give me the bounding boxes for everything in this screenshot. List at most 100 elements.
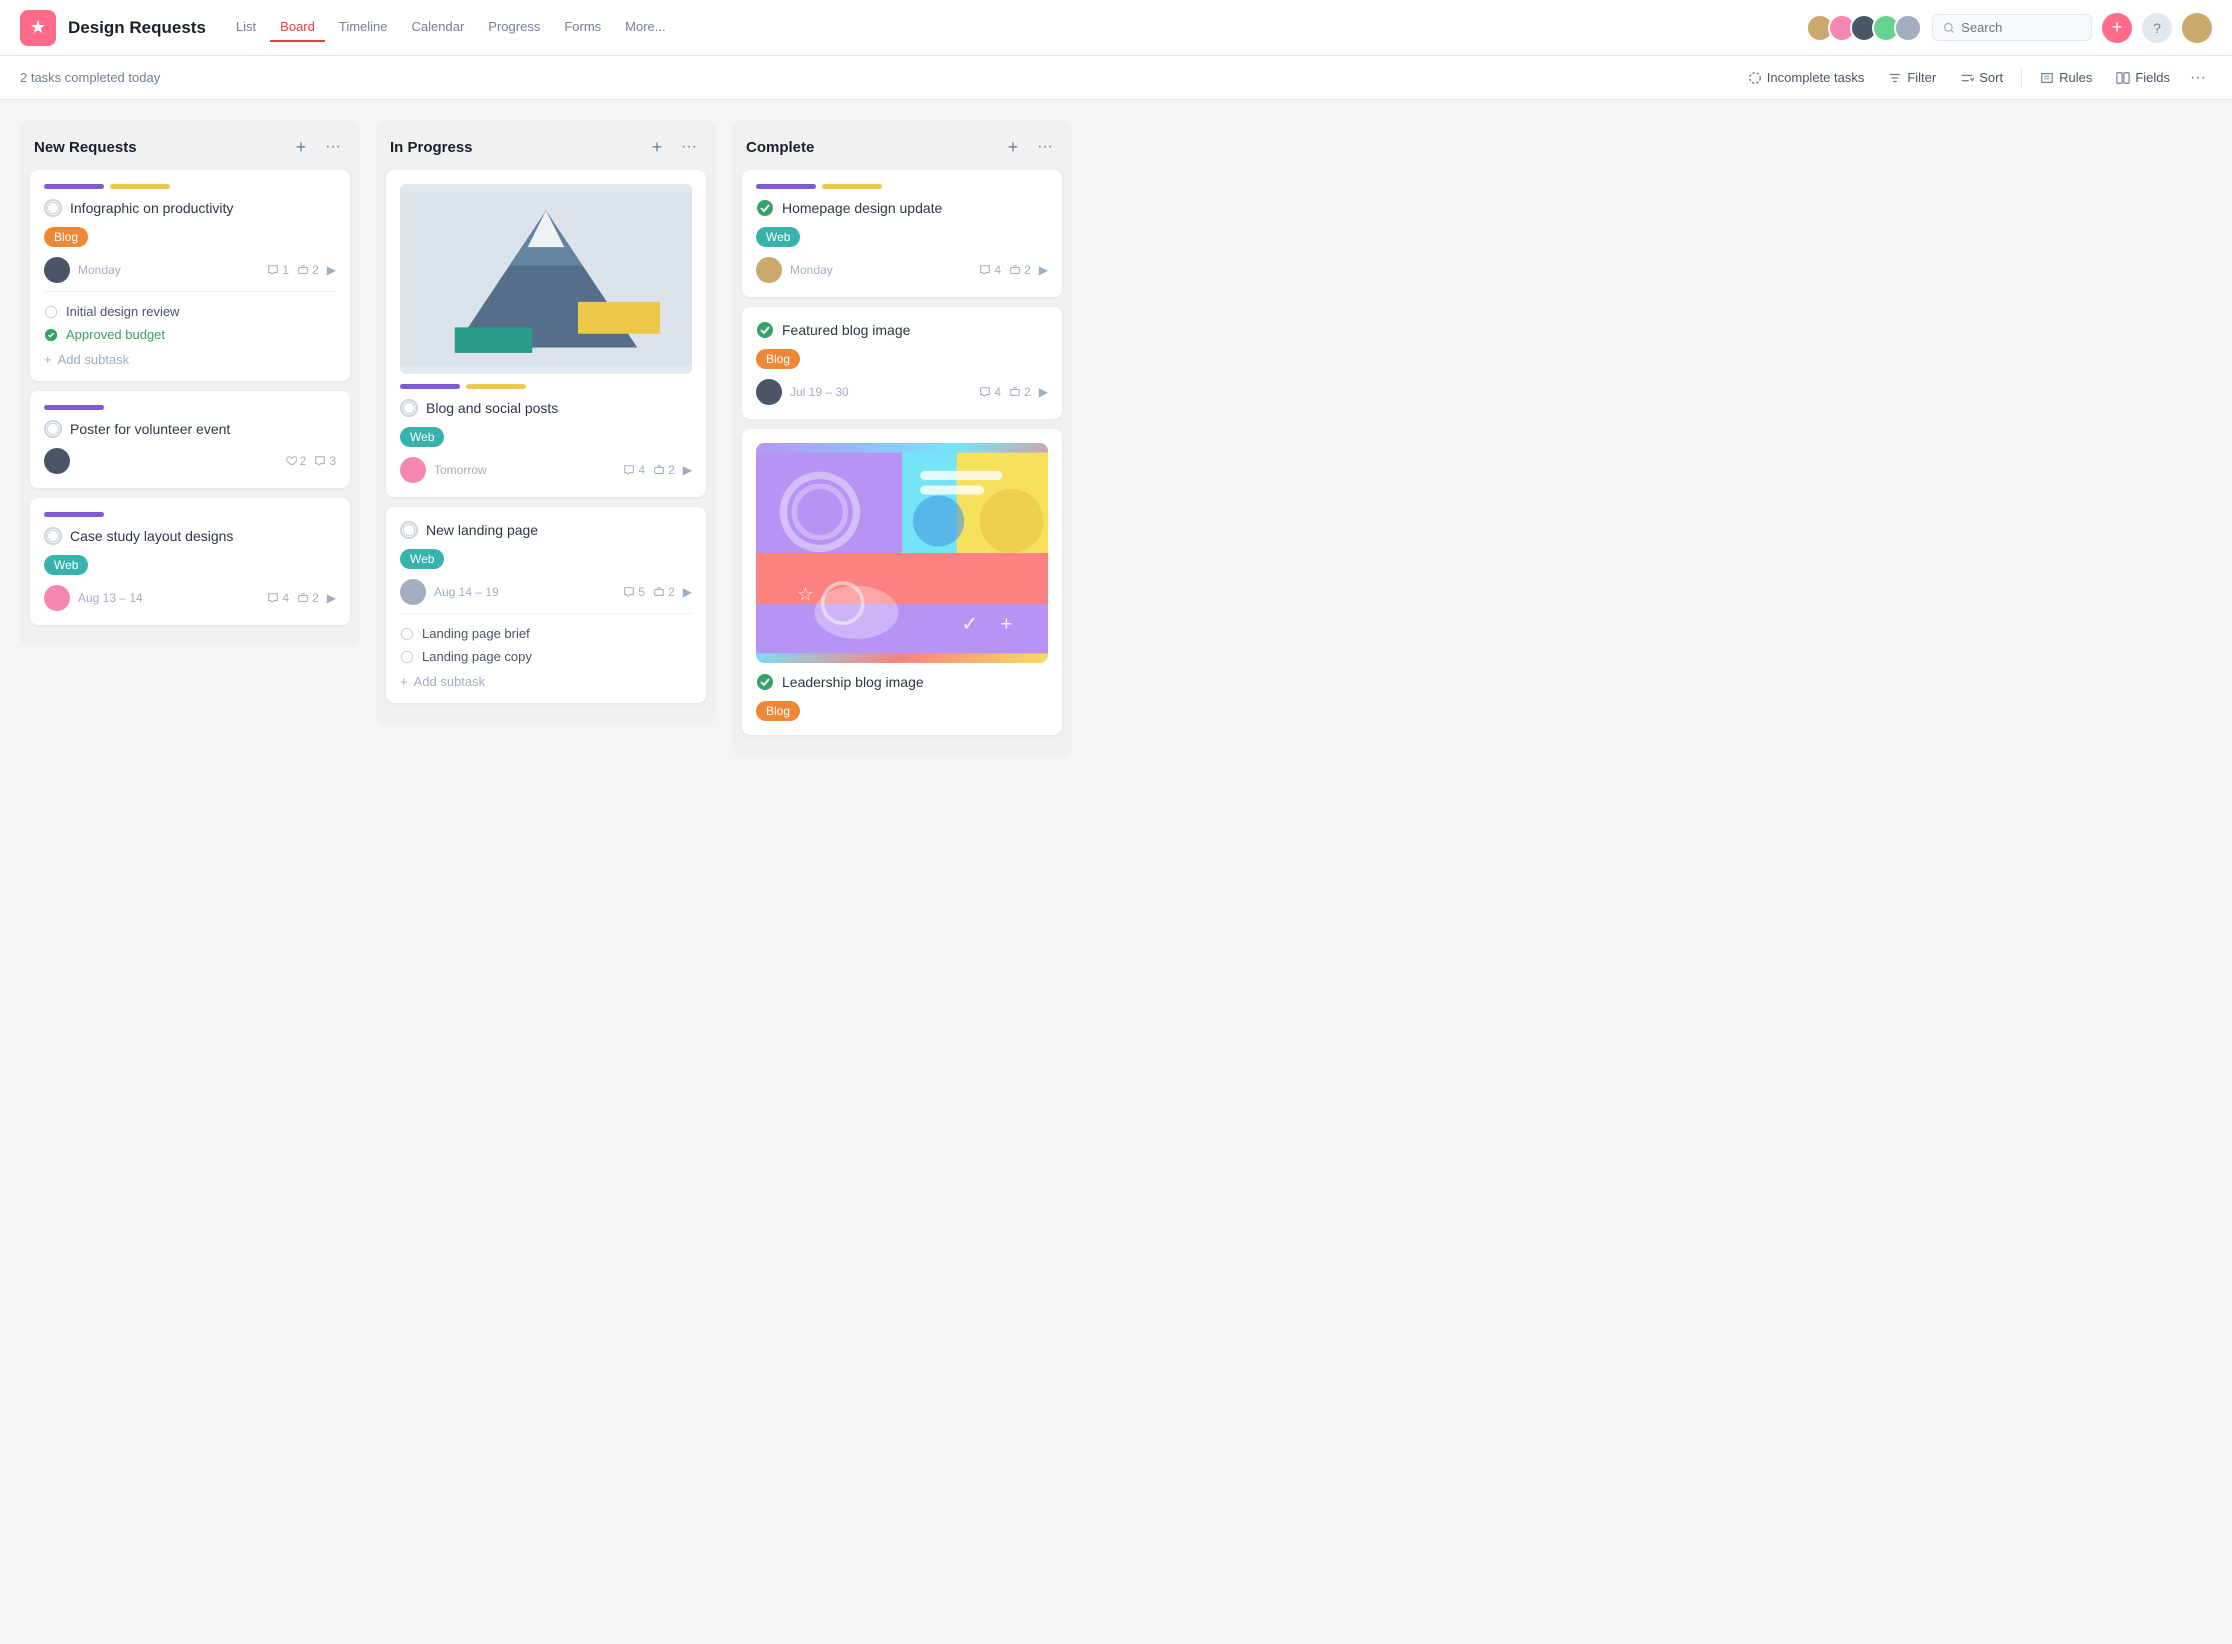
design-grid-svg: ☆ ✓ + [756,443,1048,663]
card-tags-2 [44,405,336,410]
tab-list[interactable]: List [226,13,266,42]
task-icon-blog [400,399,418,417]
tag-purple-3 [44,512,104,517]
card-badge-blog[interactable]: Blog [44,227,88,247]
stat-arrow-3[interactable]: ▶ [327,591,336,605]
column-add-in-progress[interactable]: + [644,134,670,160]
sort-button[interactable]: Sort [1950,65,2013,90]
task-circle-icon-5 [402,522,416,538]
card-landing-page: New landing page Web Aug 14 – 19 5 2 ▶ [386,507,706,703]
card-stats-3: 4 2 ▶ [267,591,336,605]
card-tags-3 [44,512,336,517]
card-avatar-7 [756,379,782,405]
subtask-circle-copy [400,650,414,664]
rules-button[interactable]: Rules [2030,65,2102,90]
comment-icon-3 [267,592,279,604]
card-title-landing: New landing page [400,521,692,539]
column-more-complete[interactable]: ··· [1032,134,1058,160]
card-footer-3: Aug 13 – 14 4 2 ▶ [44,585,336,611]
card-stats-5: 5 2 ▶ [623,585,692,599]
card-footer-1: Monday 1 2 ▶ [44,257,336,283]
filter-button[interactable]: Filter [1878,65,1946,90]
card-badge-web-5[interactable]: Web [400,549,444,569]
mountain-svg [400,184,692,374]
card-poster: Poster for volunteer event 2 3 [30,391,350,488]
card-infographic: Infographic on productivity Blog Monday … [30,170,350,381]
column-add-complete[interactable]: + [1000,134,1026,160]
task-circle-icon-3 [46,528,60,544]
stat-subtasks-7: 2 [1009,385,1031,399]
fields-button[interactable]: Fields [2106,65,2180,90]
stat-arrow-6[interactable]: ▶ [1039,263,1048,277]
stat-subtasks-1: 2 [297,263,319,277]
card-title-leadership: Leadership blog image [756,673,1048,691]
subtask-icon-7 [1009,386,1021,398]
card-title-homepage: Homepage design update [756,199,1048,217]
user-avatar[interactable] [2182,13,2212,43]
card-badge-web[interactable]: Web [44,555,88,575]
header: ★ Design Requests List Board Timeline Ca… [0,0,2232,56]
card-tags-4 [400,384,692,389]
plus-icon-5: + [400,674,408,689]
help-button[interactable]: ? [2142,13,2172,43]
column-more-in-progress[interactable]: ··· [676,134,702,160]
task-icon-poster [44,420,62,438]
card-divider [44,291,336,292]
column-title-in-progress: In Progress [390,139,638,156]
tab-more[interactable]: More... [615,13,675,42]
card-badge-blog-7[interactable]: Blog [756,349,800,369]
stat-comments-1: 1 [267,263,289,277]
card-image-mountain [400,184,692,374]
add-subtask-button-5[interactable]: + Add subtask [400,674,485,689]
search-bar[interactable] [1932,14,2092,41]
tab-progress[interactable]: Progress [478,13,550,42]
task-circle-icon-2 [46,421,60,437]
card-stats-6: 4 2 ▶ [979,263,1048,277]
column-add-new-requests[interactable]: + [288,134,314,160]
column-header-new-requests: New Requests + ··· [20,120,360,170]
stat-arrow-1[interactable]: ▶ [327,263,336,277]
stat-arrow-7[interactable]: ▶ [1039,385,1048,399]
stat-subtasks-5: 2 [653,585,675,599]
plus-icon: + [44,352,52,367]
stat-subtasks-6: 2 [1009,263,1031,277]
card-date-4: Tomorrow [434,463,615,477]
tab-board[interactable]: Board [270,13,325,42]
incomplete-tasks-button[interactable]: Incomplete tasks [1738,65,1875,90]
column-title-complete: Complete [746,139,994,156]
toolbar-separator [2021,68,2022,88]
tab-timeline[interactable]: Timeline [329,13,398,42]
tab-calendar[interactable]: Calendar [402,13,475,42]
board: New Requests + ··· Infographic on produc… [0,100,2232,1644]
comment-icon [267,264,279,276]
column-complete: Complete + ··· Homepage design update We… [732,120,1072,757]
toolbar-more-button[interactable]: ··· [2184,64,2212,92]
column-in-progress: In Progress + ··· [376,120,716,725]
tag-yellow [110,184,170,189]
card-title-infographic: Infographic on productivity [44,199,336,217]
column-more-new-requests[interactable]: ··· [320,134,346,160]
card-featured-blog: Featured blog image Blog Jul 19 – 30 4 2… [742,307,1062,419]
toolbar: 2 tasks completed today Incomplete tasks… [0,56,2232,100]
card-footer-4: Tomorrow 4 2 ▶ [400,457,692,483]
card-badge-web-6[interactable]: Web [756,227,800,247]
tab-forms[interactable]: Forms [554,13,611,42]
subtask-icon-6 [1009,264,1021,276]
card-footer-5: Aug 14 – 19 5 2 ▶ [400,579,692,605]
task-icon-landing [400,521,418,539]
search-input[interactable] [1961,20,2081,35]
subtask-initial-design: Initial design review [44,300,336,323]
stat-arrow-4[interactable]: ▶ [683,463,692,477]
tag-purple-6 [756,184,816,189]
sort-icon [1960,71,1974,85]
card-badge-web-4[interactable]: Web [400,427,444,447]
stat-subtasks-4: 2 [653,463,675,477]
add-button[interactable]: + [2102,13,2132,43]
stat-arrow-5[interactable]: ▶ [683,585,692,599]
card-badge-blog-8[interactable]: Blog [756,701,800,721]
comment-icon-4 [623,464,635,476]
add-subtask-button-1[interactable]: + Add subtask [44,352,129,367]
stat-comments-3: 4 [267,591,289,605]
header-right: + ? [1806,13,2212,43]
subtask-approved-budget: Approved budget [44,323,336,346]
